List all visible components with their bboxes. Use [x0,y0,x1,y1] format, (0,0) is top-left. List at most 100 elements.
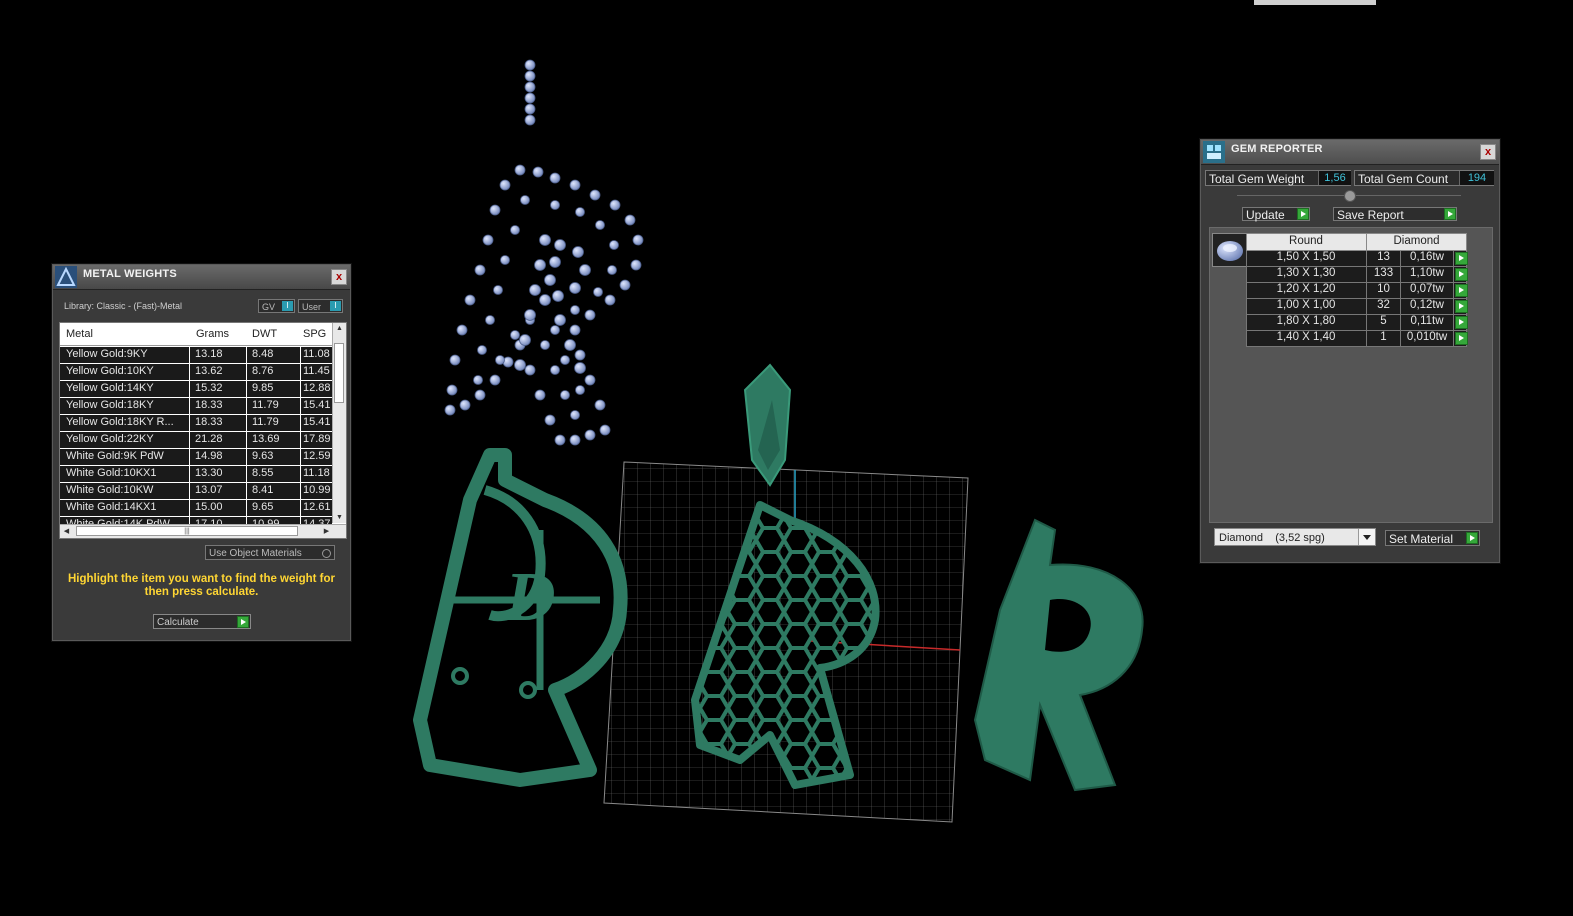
cell-metal: Yellow Gold:10KY [66,365,154,377]
play-arrow-icon[interactable] [1455,316,1468,329]
table-row[interactable]: Yellow Gold:10KY 13.62 8.76 11.45 [60,364,332,381]
play-arrow-icon[interactable] [1297,208,1309,220]
metal-weights-titlebar[interactable]: METAL WEIGHTS x [53,265,350,290]
metal-table[interactable]: Metal Grams DWT SPG Yellow Gold:9KY 13.18… [59,322,347,539]
gem-stone [554,314,566,326]
scroll-thumb[interactable] [334,343,344,403]
gem-stone [524,59,536,71]
table-row[interactable]: White Gold:9K PdW 14.98 9.63 12.59 [60,449,332,466]
gem-stone [550,365,560,375]
cell-tw: 0,16tw [1410,251,1444,263]
play-arrow-icon[interactable] [237,616,249,628]
gem-reporter-titlebar[interactable]: GEM REPORTER x [1201,140,1499,165]
right-pendant-model[interactable] [973,518,1144,792]
gem-stone [540,340,550,350]
table-row[interactable]: Yellow Gold:14KY 15.32 9.85 12.88 [60,381,332,398]
cell-divider [246,483,247,499]
gem-stone [569,179,581,191]
save-report-button[interactable]: Save Report [1333,207,1457,222]
column-header-metal[interactable]: Metal [66,328,93,340]
radio-icon[interactable] [322,549,331,558]
total-gem-weight: Total Gem Weight 1,56 [1205,170,1351,186]
gem-stone [510,225,520,235]
scroll-left-icon[interactable]: ◀ [60,527,73,535]
gem-stone [599,424,611,436]
play-arrow-icon[interactable] [1466,532,1478,544]
play-arrow-icon[interactable] [1455,284,1468,297]
play-arrow-icon[interactable] [1455,268,1468,281]
gem-row[interactable]: 1,30 X 1,30 133 1,10tw [1246,267,1468,283]
cell-spg: 15.41 [303,399,331,411]
table-row[interactable]: Yellow Gold:18KY R... 18.33 11.79 15.41 [60,415,332,432]
cell-spg: 12.88 [303,382,331,394]
column-header-spg[interactable]: SPG [303,328,326,340]
cell-count: 133 [1373,267,1394,279]
gem-row[interactable]: 1,20 X 1,20 10 0,07tw [1246,283,1468,299]
gem-stone [489,204,501,216]
vertical-scrollbar[interactable]: ▲ ▼ [332,323,346,523]
update-button[interactable]: Update [1242,207,1310,222]
close-button[interactable]: x [1480,144,1496,160]
gem-letter-r-model[interactable] [444,59,644,446]
table-row[interactable]: Yellow Gold:22KY 21.28 13.69 17.89 [60,432,332,449]
cell-divider [246,500,247,516]
cell-divider [1366,251,1367,266]
scroll-right-icon[interactable]: ▶ [320,527,333,535]
scroll-up-icon[interactable]: ▲ [333,325,346,332]
column-header-grams[interactable]: Grams [196,328,229,340]
gem-row[interactable]: 1,50 X 1,50 13 0,16tw [1246,251,1468,267]
play-arrow-icon[interactable] [1455,252,1468,265]
cell-divider [1453,251,1454,266]
column-header-dwt[interactable]: DWT [252,328,277,340]
column-header-shape: Round [1289,235,1323,247]
gem-stone [474,264,486,276]
metal-table-body: Yellow Gold:9KY 13.18 8.48 11.08 Yellow Gold… [60,347,332,534]
total-gem-count: Total Gem Count 194 [1354,170,1494,186]
left-pendant-model[interactable]: D [413,448,628,787]
user-toggle[interactable]: User I [298,299,343,313]
hscroll-thumb[interactable]: ||| [76,526,298,536]
table-row[interactable]: White Gold:14KX1 15.00 9.65 12.61 [60,500,332,517]
cell-divider [300,415,301,431]
cell-dwt: 11.79 [252,416,279,428]
viewport-top-tab[interactable] [1254,0,1376,5]
play-arrow-icon[interactable] [1444,208,1456,220]
cell-metal: White Gold:10KW [66,484,154,496]
table-row[interactable]: Yellow Gold:18KY 18.33 11.79 15.41 [60,398,332,415]
cell-dwt: 9.65 [252,501,274,513]
calculate-button[interactable]: Calculate [153,614,251,629]
cell-divider [300,347,301,363]
gem-stone [464,294,476,306]
play-arrow-icon[interactable] [1455,332,1468,345]
gem-stone [560,355,570,365]
play-arrow-icon[interactable] [1455,300,1468,313]
cell-size: 1,40 X 1,40 [1276,331,1336,343]
table-row[interactable]: Yellow Gold:9KY 13.18 8.48 11.08 [60,347,332,364]
scroll-down-icon[interactable]: ▼ [333,514,346,521]
table-row[interactable]: White Gold:10KX1 13.30 8.55 11.18 [60,466,332,483]
cell-divider [300,432,301,448]
gem-stone [524,364,536,376]
cell-spg: 11.08 [303,348,330,360]
gem-stone [574,362,586,374]
cell-divider [246,415,247,431]
table-row[interactable]: White Gold:10KW 13.07 8.41 10.99 [60,483,332,500]
round-gem-thumbnail[interactable] [1212,233,1248,267]
gem-stone [544,274,556,286]
gem-row[interactable]: 1,40 X 1,40 1 0,010tw [1246,331,1468,347]
cell-grams: 15.00 [195,501,223,513]
set-material-button[interactable]: Set Material [1385,530,1480,546]
gv-toggle[interactable]: GV I [258,299,295,313]
total-gem-count-label: Total Gem Count [1358,172,1449,186]
cell-divider [1366,283,1367,298]
chevron-down-icon[interactable] [1358,529,1375,545]
gem-row[interactable]: 1,80 X 1,80 5 0,11tw [1246,315,1468,331]
cell-dwt: 11.79 [252,399,279,411]
gem-row[interactable]: 1,00 X 1,00 32 0,12tw [1246,299,1468,315]
material-select[interactable]: Diamond (3,52 spg) [1214,528,1376,546]
cell-grams: 14.98 [195,450,223,462]
use-object-materials-option[interactable]: Use Object Materials [205,545,335,560]
close-button[interactable]: x [331,269,347,285]
slider-knob[interactable] [1344,190,1356,202]
horizontal-scrollbar[interactable]: ◀ ||| ▶ [60,524,346,538]
